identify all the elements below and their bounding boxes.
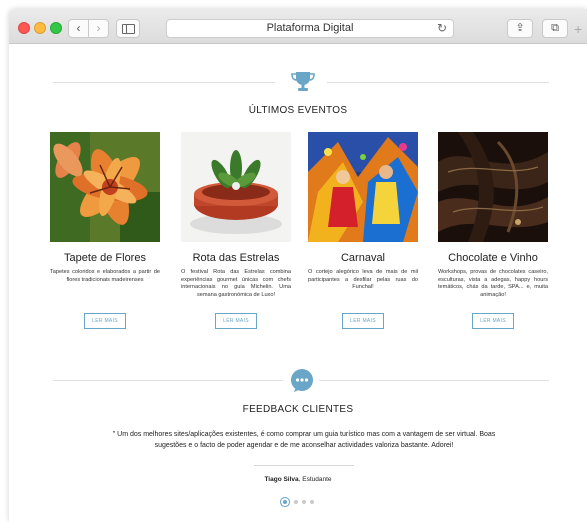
sidebar-toggle-button[interactable] <box>116 19 140 38</box>
event-title[interactable]: Tapete de Flores <box>47 252 163 264</box>
event-card: Tapete de Flores Tapetes coloridos e ela… <box>47 132 163 329</box>
minimize-window-button[interactable] <box>34 22 46 34</box>
event-title[interactable]: Rota das Estrelas <box>178 252 294 264</box>
event-description: Workshops, provas de chocolates caseiro,… <box>438 269 548 298</box>
author-role: , Estudante <box>298 476 332 483</box>
page-content: ÚLTIMOS EVENTOS Tapete de Flores Tapetes… <box>9 44 587 522</box>
chevron-right-icon: › <box>96 21 101 35</box>
read-more-button[interactable]: LER MAIS <box>472 313 514 329</box>
address-text: Plataforma Digital <box>266 22 354 34</box>
testimonial-author: Tiago Silva, Estudante <box>9 476 587 483</box>
author-divider <box>254 465 354 466</box>
sidebar-icon <box>122 24 135 34</box>
tabs-icon: ⧉ <box>551 22 559 34</box>
event-card: Rota das Estrelas O festival Rota das Es… <box>178 132 294 329</box>
share-icon: ⇪ <box>515 22 525 34</box>
pagination-dot[interactable] <box>293 500 298 504</box>
event-description: O cortejo alegórico leva de mais de mil … <box>308 269 418 290</box>
divider-right <box>319 380 549 381</box>
divider-left <box>53 380 283 381</box>
close-window-button[interactable] <box>18 22 30 34</box>
divider-left <box>53 82 275 83</box>
event-card: Chocolate e Vinho Workshops, provas de c… <box>435 132 551 329</box>
trophy-icon <box>291 72 315 91</box>
event-title[interactable]: Chocolate e Vinho <box>435 252 551 264</box>
tabs-overview-button[interactable]: ⧉ <box>542 19 568 38</box>
event-image-carnival[interactable] <box>308 132 418 242</box>
divider-right <box>327 82 549 83</box>
share-button[interactable]: ⇪ <box>507 19 533 38</box>
speech-bubble-icon <box>291 369 313 392</box>
event-image-dish[interactable] <box>181 132 291 242</box>
testimonial-quote: " Um dos melhores sites/aplicações exist… <box>112 431 496 449</box>
pagination-dot[interactable] <box>309 500 314 504</box>
read-more-button[interactable]: LER MAIS <box>342 313 384 329</box>
author-name: Tiago Silva <box>264 476 299 483</box>
event-image-chocolate[interactable] <box>438 132 548 242</box>
new-tab-button[interactable]: + <box>574 21 582 37</box>
browser-window: ‹ › Plataforma Digital ↻ ⇪ ⧉ + ÚLTIMOS E… <box>9 9 587 522</box>
events-section-title: ÚLTIMOS EVENTOS <box>248 105 348 116</box>
read-more-button[interactable]: LER MAIS <box>84 313 126 329</box>
forward-button[interactable]: › <box>88 19 109 38</box>
feedback-section-title: FEEDBACK CLIENTES <box>242 404 354 415</box>
event-card: Carnaval O cortejo alegórico leva de mai… <box>305 132 421 329</box>
event-image-flowers[interactable] <box>50 132 160 242</box>
pagination-dot-active[interactable] <box>282 500 287 504</box>
zoom-window-button[interactable] <box>50 22 62 34</box>
reload-icon[interactable]: ↻ <box>437 20 447 37</box>
read-more-button[interactable]: LER MAIS <box>215 313 257 329</box>
testimonial-pagination <box>9 500 587 504</box>
event-title[interactable]: Carnaval <box>305 252 421 264</box>
pagination-dot[interactable] <box>301 500 306 504</box>
chevron-left-icon: ‹ <box>76 21 81 35</box>
back-button[interactable]: ‹ <box>68 19 89 38</box>
browser-toolbar: ‹ › Plataforma Digital ↻ ⇪ ⧉ + <box>9 9 587 44</box>
address-bar[interactable]: Plataforma Digital ↻ <box>166 19 454 38</box>
event-description: Tapetes coloridos e elaborados a partir … <box>50 269 160 283</box>
event-description: O festival Rota das Estrelas combina exp… <box>181 269 291 298</box>
